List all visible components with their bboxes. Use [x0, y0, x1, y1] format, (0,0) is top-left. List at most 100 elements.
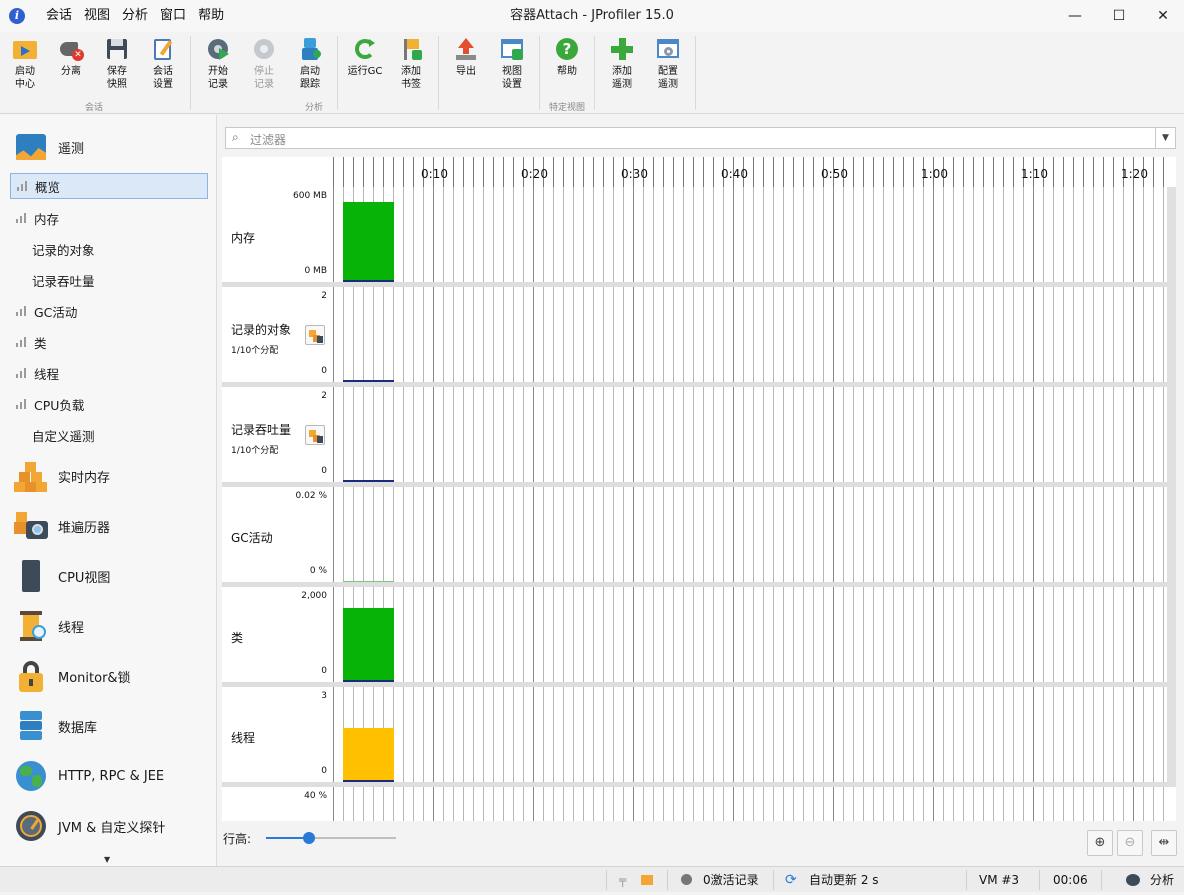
- record-status-icon: [681, 867, 692, 893]
- row-height-slider-handle[interactable]: [303, 832, 315, 844]
- run-gc-button[interactable]: 运行GC: [342, 36, 388, 78]
- sidebar-item-memory[interactable]: 内存: [10, 205, 208, 231]
- sidebar-section-live-memory[interactable]: 实时内存: [14, 457, 110, 495]
- time-tick: [1093, 157, 1094, 187]
- database-stack-icon: [14, 709, 48, 743]
- toolbar: 启动 中心 ✕ 分离 保存 快照 会话 设置 开始 记录 停止 记录 启动 跟踪…: [0, 32, 1184, 114]
- time-tick: [653, 157, 654, 187]
- time-tick: [613, 157, 614, 187]
- gauge-icon: [14, 809, 48, 843]
- filter-input[interactable]: ⌕ 过滤器 ▼: [225, 127, 1176, 149]
- row-classes[interactable]: 类 2,000 0: [222, 587, 1167, 687]
- view-settings-button[interactable]: 视图 设置: [489, 36, 535, 91]
- time-tick: [983, 157, 984, 187]
- row-threads[interactable]: 线程 3 0: [222, 687, 1167, 787]
- y-axis-max: 40 %: [304, 791, 327, 801]
- auto-update-status[interactable]: 自动更新 2 s: [809, 867, 879, 893]
- time-tick: [683, 157, 684, 187]
- row-recorded-objects[interactable]: 记录的对象 1/10个分配 2 0: [222, 287, 1167, 387]
- fit-width-button[interactable]: ⇹: [1151, 830, 1177, 856]
- add-bookmark-button[interactable]: 添加 书签: [388, 36, 434, 91]
- configure-telemetry-button[interactable]: 配置 遥测: [645, 36, 691, 91]
- tracking-icon: [297, 36, 323, 62]
- time-tick: [1073, 157, 1074, 187]
- help-button[interactable]: ? 帮助: [544, 36, 590, 78]
- sidebar-item-threads[interactable]: 线程: [10, 360, 208, 386]
- export-button[interactable]: 导出: [443, 36, 489, 78]
- vertical-scrollbar[interactable]: [1167, 187, 1176, 787]
- fit-width-icon: ⇹: [1158, 835, 1170, 850]
- start-tracking-button[interactable]: 启动 跟踪: [287, 36, 333, 91]
- search-icon: ⌕: [232, 130, 239, 144]
- row-title: GC活动: [231, 531, 273, 545]
- add-telemetry-button[interactable]: 添加 遥测: [599, 36, 645, 91]
- time-tick: [853, 157, 854, 187]
- row-title: 线程: [231, 731, 256, 745]
- window-title: 容器Attach - JProfiler 15.0: [510, 8, 674, 23]
- zoom-in-button[interactable]: ⊕: [1087, 830, 1113, 856]
- time-tick-label: 1:20: [1121, 167, 1148, 181]
- profiling-mode-status: 分析: [1150, 873, 1175, 887]
- filter-dropdown-button[interactable]: ▼: [1155, 128, 1175, 148]
- session-settings-button[interactable]: 会话 设置: [140, 36, 186, 91]
- elapsed-time: 00:06: [1053, 873, 1088, 887]
- y-axis-min: 0 MB: [304, 266, 327, 276]
- maximize-button[interactable]: ☐: [1096, 0, 1142, 32]
- row-height-label: 行高:: [223, 832, 252, 846]
- sidebar-item-custom-telemetry[interactable]: 自定义遥测: [10, 422, 208, 448]
- start-recording-button[interactable]: 开始 记录: [195, 36, 241, 91]
- time-tick: [373, 157, 374, 187]
- sidebar-item-gc-activity[interactable]: GC活动: [10, 298, 208, 324]
- time-axis: 0:10 0:20 0:30 0:40 0:50 1:00 1:10 1:20: [333, 157, 1167, 187]
- close-button[interactable]: ✕: [1140, 0, 1184, 32]
- sidebar-section-jvm-custom-probes[interactable]: JVM & 自定义探针: [14, 807, 165, 845]
- pin-icon[interactable]: ╤: [619, 867, 626, 893]
- row-title: 记录的对象: [231, 323, 292, 337]
- sidebar-item-overview[interactable]: 概览: [10, 173, 208, 199]
- time-tick: [913, 157, 914, 187]
- time-tick: [353, 157, 354, 187]
- time-tick: [343, 157, 344, 187]
- y-axis-min: 0: [321, 766, 327, 776]
- sidebar-item-classes[interactable]: 类: [10, 329, 208, 355]
- sidebar-section-threads[interactable]: 线程: [14, 607, 84, 645]
- allocation-recording-icon[interactable]: [305, 325, 325, 345]
- minimize-button[interactable]: —: [1052, 0, 1098, 32]
- time-tick: [1153, 157, 1154, 187]
- sidebar-item-recorded-throughput[interactable]: 记录吞吐量: [10, 267, 208, 293]
- sidebar-scroll-down-icon[interactable]: ▼: [104, 855, 110, 864]
- zoom-out-button[interactable]: ⊖: [1117, 830, 1143, 856]
- telemetry-area: [343, 608, 394, 682]
- time-tick-label: 0:30: [621, 167, 648, 181]
- sidebar-telemetry-header[interactable]: 遥测: [14, 128, 84, 166]
- time-tick: [493, 157, 494, 187]
- time-tick: [503, 157, 504, 187]
- sidebar-section-monitors-locks[interactable]: Monitor&锁: [14, 657, 131, 695]
- flag-icon[interactable]: [641, 867, 653, 893]
- detach-button[interactable]: ✕ 分离: [48, 36, 94, 78]
- y-axis-min: 0 %: [309, 566, 327, 576]
- sidebar-section-cpu-views[interactable]: CPU视图: [14, 557, 110, 595]
- status-bar: ╤ 0激活记录 ⟳ 自动更新 2 s VM #3 00:06 分析: [0, 866, 1184, 892]
- time-tick: [663, 157, 664, 187]
- sidebar-item-cpu-load[interactable]: CPU负载: [10, 391, 208, 417]
- row-memory[interactable]: 内存 600 MB 0 MB: [222, 187, 1167, 287]
- row-cpu-load[interactable]: 40 %: [222, 787, 1167, 821]
- telemetry-area: [343, 202, 394, 282]
- start-center-button[interactable]: 启动 中心: [2, 36, 48, 91]
- toolbar-separator: [190, 36, 191, 110]
- sidebar-section-databases[interactable]: 数据库: [14, 707, 97, 745]
- time-tick: [393, 157, 394, 187]
- active-records-status[interactable]: 0激活记录: [703, 867, 759, 893]
- sidebar-section-heap-walker[interactable]: 堆遍历器: [14, 507, 110, 545]
- allocation-recording-icon[interactable]: [305, 425, 325, 445]
- row-title: 类: [231, 631, 244, 645]
- save-snapshot-button[interactable]: 保存 快照: [94, 36, 140, 91]
- sidebar-item-recorded-objects[interactable]: 记录的对象: [10, 236, 208, 262]
- row-recorded-throughput[interactable]: 记录吞吐量 1/10个分配 2 0: [222, 387, 1167, 487]
- row-gc-activity[interactable]: GC活动 0.02 % 0 %: [222, 487, 1167, 587]
- y-axis-min: 0: [321, 366, 327, 376]
- stop-recording-button[interactable]: 停止 记录: [241, 36, 287, 91]
- status-separator: [606, 870, 607, 890]
- sidebar-section-http-rpc-jee[interactable]: HTTP, RPC & JEE: [14, 757, 164, 795]
